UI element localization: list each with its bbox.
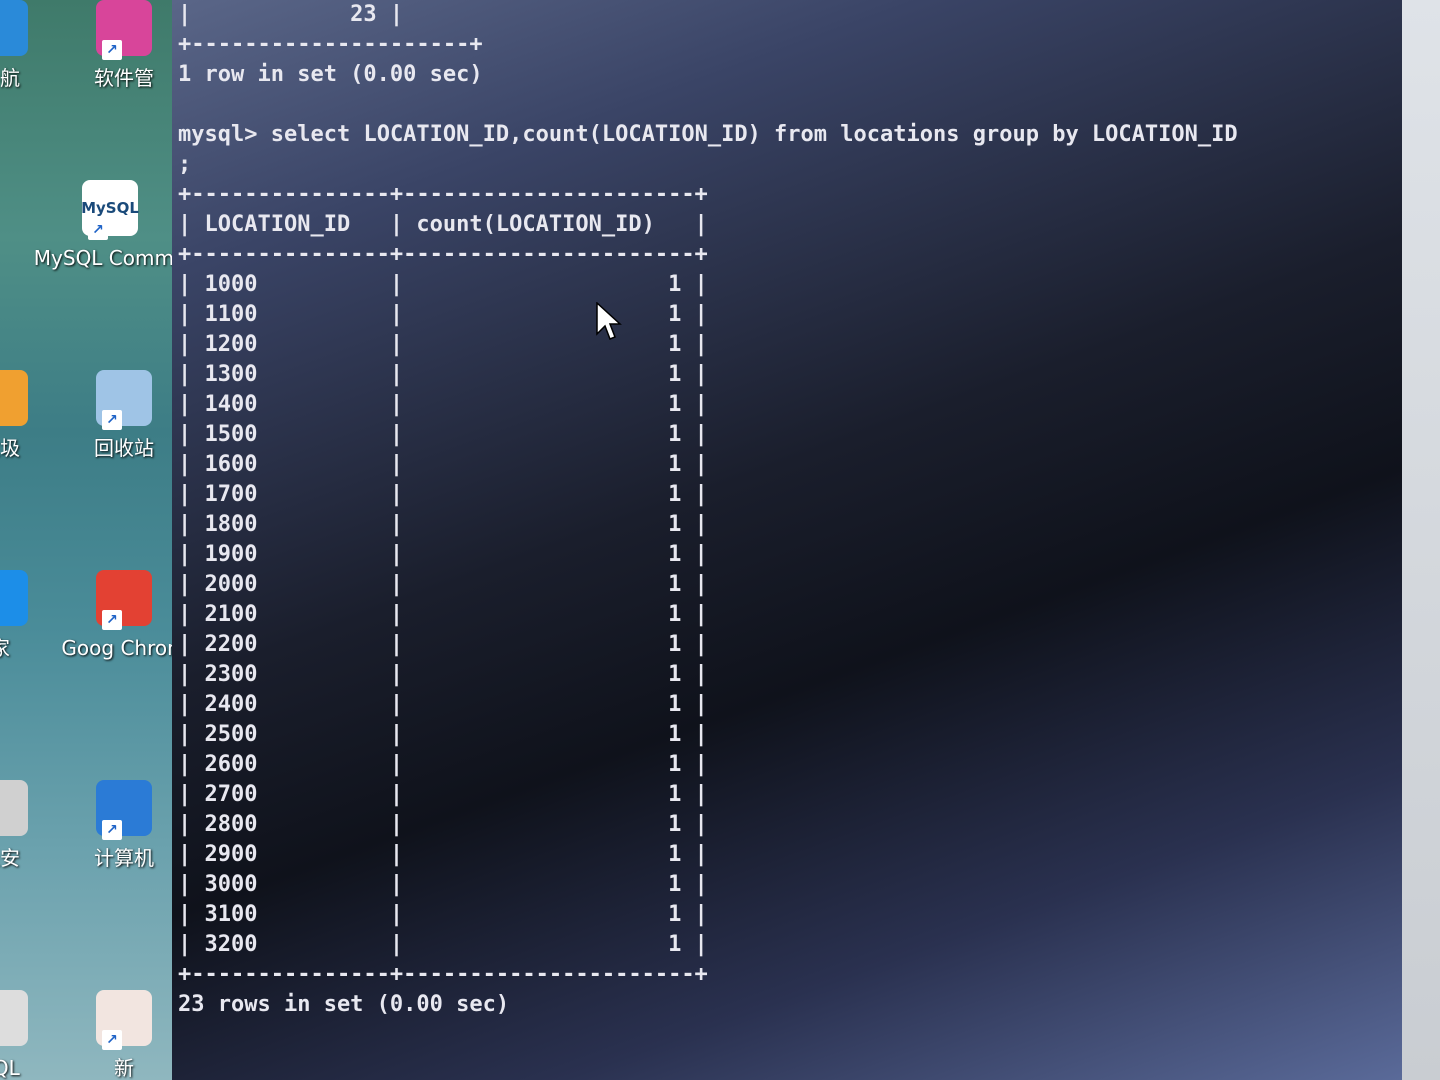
mysql-console-window[interactable]: | 23 | +---------------------+ 1 row in se… [172, 0, 1402, 1080]
shortcut-arrow-icon: ↗ [102, 610, 122, 630]
table-row: | 1500 | 1 | [178, 422, 708, 447]
sql-icon: ↗ [0, 990, 28, 1046]
query-line: mysql> select LOCATION_ID,count(LOCATION… [178, 120, 1238, 150]
table-row: | 1800 | 1 | [178, 512, 708, 537]
shortcut-arrow-icon: ↗ [88, 220, 108, 240]
desktop-icon-label: MySQL Comma [33, 246, 187, 270]
shortcut-arrow-icon: ↗ [102, 820, 122, 840]
desktop-icon-label: 垃圾 [0, 436, 20, 460]
desktop-icon[interactable]: ↗ SQL [0, 990, 40, 1080]
cleanup-icon: ↗ [0, 370, 28, 426]
window-frame-right [1402, 0, 1440, 1080]
result-table-header: | LOCATION_ID | count(LOCATION_ID) | [178, 212, 708, 237]
previous-result-row: | 23 | [178, 2, 404, 27]
table-row: | 2300 | 1 | [178, 662, 708, 687]
table-row: | 1300 | 1 | [178, 362, 708, 387]
mysql-icon: MySQL ↗ [81, 180, 139, 240]
software-manager-icon: ↗ [96, 0, 152, 60]
desktop-icon[interactable]: ↗ 卫安 [0, 780, 40, 874]
table-row: | 2600 | 1 | [178, 752, 708, 777]
desktop-icon-label: 回收站 [94, 436, 154, 460]
table-row: | 1900 | 1 | [178, 542, 708, 567]
desktop-icon[interactable]: ↗家 [0, 570, 40, 664]
desktop-icon[interactable]: ↗ 垃圾 [0, 370, 40, 464]
desktop-icon[interactable]: ↗ 软件管 [84, 0, 164, 94]
result-table-border: +---------------+----------------------+ [178, 962, 708, 987]
desktop-icon-label: 新 [114, 1056, 134, 1080]
shield-icon: ↗ [0, 780, 28, 836]
desktop-icon[interactable]: ↗ 回收站 [84, 370, 164, 464]
shortcut-arrow-icon: ↗ [102, 40, 122, 60]
ie-icon: ↗ [0, 0, 28, 56]
shortcut-arrow-icon: ↗ [102, 1030, 122, 1050]
desktop-icon-label: Goog Chrom [61, 636, 187, 660]
table-row: | 2700 | 1 | [178, 782, 708, 807]
recycle-bin-icon: ↗ [96, 370, 152, 430]
desktop-icon-label: 卫安 [0, 846, 20, 870]
table-row: | 2100 | 1 | [178, 602, 708, 627]
query-text: select LOCATION_ID,count(LOCATION_ID) fr… [270, 122, 1238, 147]
result-table-border: +---------------+----------------------+ [178, 242, 708, 267]
document-icon: ↗ [96, 990, 152, 1050]
previous-row-count: 1 row in set (0.00 sec) [178, 62, 483, 87]
table-row: | 1600 | 1 | [178, 452, 708, 477]
mysql-badge: MySQL [81, 199, 139, 217]
table-row: | 3200 | 1 | [178, 932, 708, 957]
desktop-icon-label: 导航 [0, 66, 20, 90]
table-row: | 2200 | 1 | [178, 632, 708, 657]
desktop-icon-label: SQL [0, 1056, 20, 1080]
table-row: | 2400 | 1 | [178, 692, 708, 717]
table-row: | 1100 | 1 | [178, 302, 708, 327]
security-home-icon: ↗ [0, 570, 28, 626]
table-row: | 2800 | 1 | [178, 812, 708, 837]
desktop-icon[interactable]: MySQL ↗ MySQL Comma [34, 180, 186, 274]
result-summary: 23 rows in set (0.00 sec) [178, 992, 510, 1017]
desktop-icon-label: 软件管 [94, 66, 154, 90]
table-row: | 1200 | 1 | [178, 332, 708, 357]
computer-icon: ↗ [96, 780, 152, 840]
table-row: | 2500 | 1 | [178, 722, 708, 747]
desktop-icon-label: 计算机 [94, 846, 154, 870]
table-row: | 2900 | 1 | [178, 842, 708, 867]
previous-result-border: +---------------------+ [178, 32, 483, 57]
desktop-strip: ↗导航↗软件管MySQL↗MySQL Comma↗垃圾↗回收站↗家↗Goog C… [0, 0, 187, 1080]
chrome-icon: ↗ [96, 570, 152, 630]
desktop-icon[interactable]: ↗ 新 [84, 990, 164, 1080]
table-row: | 1700 | 1 | [178, 482, 708, 507]
table-row: | 3100 | 1 | [178, 902, 708, 927]
table-row: | 1400 | 1 | [178, 392, 708, 417]
desktop-icon[interactable]: ↗ Goog Chrom [61, 570, 187, 664]
desktop-icon[interactable]: ↗ 计算机 [84, 780, 164, 874]
result-table-border: +---------------+----------------------+ [178, 182, 708, 207]
table-row: | 1000 | 1 | [178, 272, 708, 297]
desktop-icon[interactable]: ↗ 导航 [0, 0, 40, 94]
screen: ↗导航↗软件管MySQL↗MySQL Comma↗垃圾↗回收站↗家↗Goog C… [0, 0, 1440, 1080]
desktop-icon-label: 家 [0, 632, 10, 664]
table-row: | 3000 | 1 | [178, 872, 708, 897]
shortcut-arrow-icon: ↗ [102, 410, 122, 430]
query-terminator: ; [178, 152, 192, 177]
console-output[interactable]: | 23 | +---------------------+ 1 row in se… [178, 0, 1238, 1020]
table-row: | 2000 | 1 | [178, 572, 708, 597]
mysql-prompt: mysql> [178, 122, 258, 147]
